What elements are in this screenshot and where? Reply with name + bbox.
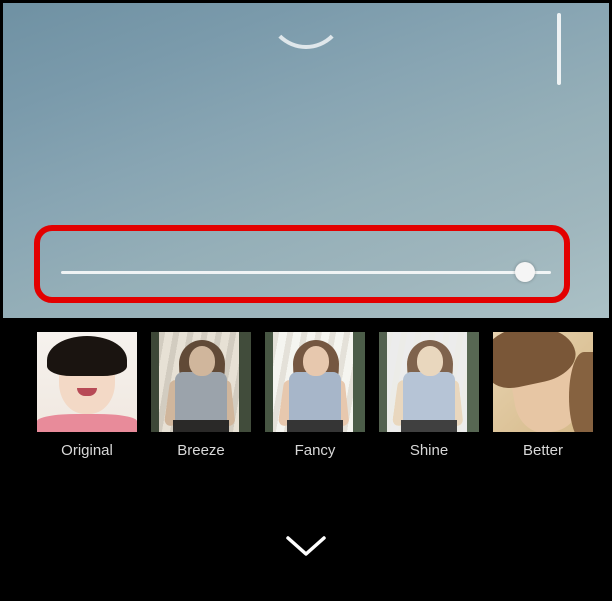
filter-thumb-original (37, 332, 137, 432)
filter-item-breeze[interactable]: Breeze (151, 332, 251, 459)
reticle-arc (267, 3, 345, 49)
filter-thumb-shine (379, 332, 479, 432)
vertical-indicator (557, 13, 561, 85)
filter-label: Better (523, 442, 563, 459)
collapse-area (3, 528, 609, 598)
filter-item-original[interactable]: Original (37, 332, 137, 459)
filter-list: Original Breeze Fancy (3, 332, 609, 459)
filter-thumb-fancy (265, 332, 365, 432)
slider-track (61, 271, 551, 274)
intensity-slider[interactable] (61, 263, 551, 283)
filter-item-fancy[interactable]: Fancy (265, 332, 365, 459)
filter-thumb-breeze (151, 332, 251, 432)
slider-thumb[interactable] (515, 262, 535, 282)
filter-label: Breeze (177, 442, 225, 459)
filter-item-shine[interactable]: Shine (379, 332, 479, 459)
filter-item-better[interactable]: Better (493, 332, 593, 459)
filter-label: Original (61, 442, 113, 459)
filter-label: Fancy (295, 442, 336, 459)
filter-strip: Original Breeze Fancy (3, 318, 609, 528)
chevron-down-icon[interactable] (284, 534, 328, 565)
filter-thumb-better (493, 332, 593, 432)
filter-label: Shine (410, 442, 448, 459)
photo-preview (3, 3, 609, 318)
